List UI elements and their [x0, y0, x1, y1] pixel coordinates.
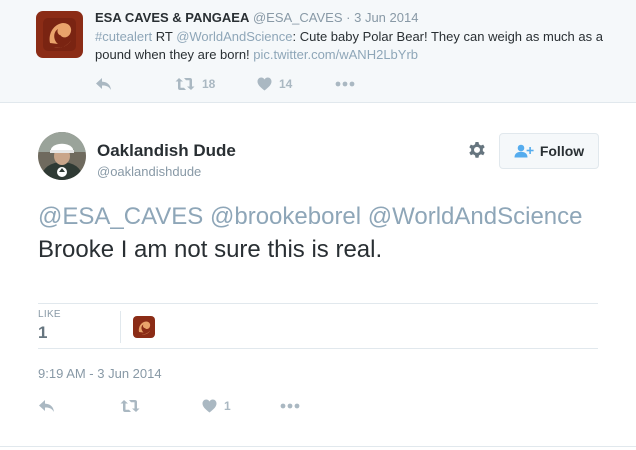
parent-author-handle[interactable]: @ESA_CAVES: [253, 10, 343, 25]
like-count: 1: [224, 399, 231, 413]
follow-button[interactable]: Follow: [499, 133, 599, 169]
heart-icon: [257, 77, 272, 91]
more-button[interactable]: [280, 398, 300, 414]
tweet-text: @ESA_CAVES @brookeborel @WorldAndScience…: [38, 200, 608, 266]
more-dots-icon: [335, 81, 355, 87]
reply-icon: [95, 77, 112, 91]
parent-tweet-date[interactable]: 3 Jun 2014: [354, 10, 418, 25]
parent-tweet-actions: 18 14: [95, 76, 415, 92]
author-name[interactable]: Oaklandish Dude: [97, 141, 236, 161]
retweet-button[interactable]: [120, 398, 140, 414]
bottom-divider: [0, 446, 636, 447]
add-user-icon: [514, 144, 534, 158]
author-handle[interactable]: @oaklandishdude: [97, 164, 201, 179]
like-count: 14: [279, 77, 293, 91]
mention-worldandscience[interactable]: @WorldAndScience: [368, 203, 583, 230]
retweet-button[interactable]: 18: [175, 76, 215, 92]
mention-brookeborel[interactable]: @brookeborel: [210, 203, 361, 230]
reply-button[interactable]: [95, 76, 112, 92]
like-button[interactable]: 1: [202, 398, 231, 414]
hashtag-link[interactable]: #cutealert: [95, 29, 152, 44]
like-stat[interactable]: LIKE 1: [38, 309, 118, 343]
more-button[interactable]: [335, 76, 355, 92]
reply-icon: [38, 399, 55, 413]
media-link[interactable]: pic.twitter.com/wANH2LbYrb: [253, 47, 418, 62]
rt-text: RT: [152, 29, 177, 44]
gear-icon[interactable]: [467, 140, 487, 160]
like-button[interactable]: 14: [257, 76, 292, 92]
tweet-actions: 1: [38, 398, 338, 414]
parent-tweet[interactable]: ESA CAVES & PANGAEA @ESA_CAVES · 3 Jun 2…: [0, 0, 636, 103]
header-separator: ·: [346, 10, 351, 25]
liker-avatar[interactable]: [133, 316, 155, 338]
heart-icon: [202, 399, 217, 413]
more-dots-icon: [280, 403, 300, 409]
reply-button[interactable]: [38, 398, 55, 414]
like-stat-count: 1: [38, 323, 48, 342]
esa-caves-avatar[interactable]: [36, 11, 83, 58]
like-stat-label: LIKE: [38, 309, 61, 320]
mention-link[interactable]: @WorldAndScience: [176, 29, 292, 44]
stats-divider: [120, 311, 121, 343]
tweet-timestamp[interactable]: 9:19 AM - 3 Jun 2014: [38, 366, 162, 381]
parent-tweet-header: ESA CAVES & PANGAEA @ESA_CAVES · 3 Jun 2…: [95, 10, 418, 25]
oaklandish-dude-avatar[interactable]: [38, 132, 86, 180]
parent-tweet-text: #cutealert RT @WorldAndScience: Cute bab…: [95, 28, 615, 64]
retweet-icon: [120, 399, 140, 413]
retweet-icon: [175, 77, 195, 91]
mention-esa-caves[interactable]: @ESA_CAVES: [38, 203, 203, 230]
parent-author-name[interactable]: ESA CAVES & PANGAEA: [95, 10, 249, 25]
follow-label: Follow: [539, 143, 585, 159]
retweet-count: 18: [202, 77, 216, 91]
tweet-stats: LIKE 1: [38, 303, 598, 349]
tweet-body: Brooke I am not sure this is real.: [38, 236, 383, 263]
